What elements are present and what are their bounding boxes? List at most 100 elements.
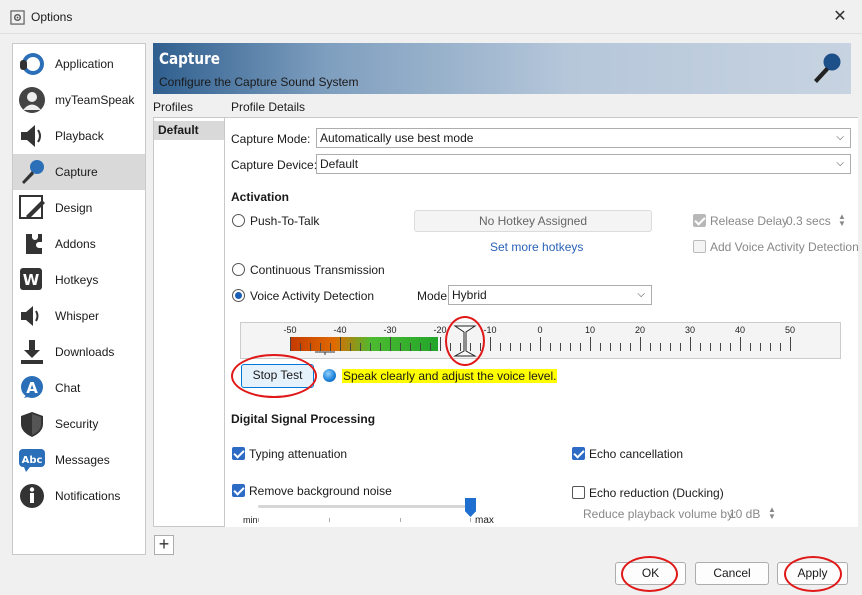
typing-attenuation-checkbox[interactable] <box>232 447 245 460</box>
title-bar: Options ✕ <box>0 0 862 34</box>
noise-slider-track[interactable] <box>258 505 470 508</box>
echo-reduction-checkbox[interactable] <box>572 486 585 499</box>
profile-item-default[interactable]: Default <box>154 121 224 140</box>
activation-title: Activation <box>231 190 290 204</box>
pencil-icon <box>19 195 45 219</box>
meter-scale-label: 50 <box>785 325 795 335</box>
close-icon[interactable]: ✕ <box>830 7 850 27</box>
svg-text:A: A <box>26 379 38 397</box>
svg-text:Abc: Abc <box>22 455 43 466</box>
chevron-down-icon: ⌵ <box>836 132 844 143</box>
chevron-down-icon: ⌵ <box>637 289 645 300</box>
spinner-arrows-icon[interactable]: ▲ ▼ <box>768 506 776 521</box>
voice-level-scale: -50 -40 -30 -20 -10 0 10 20 30 40 50 <box>283 325 795 357</box>
reduce-volume-value[interactable]: 10 dB <box>729 507 760 521</box>
capture-device-select[interactable]: Default ⌵ <box>316 154 851 174</box>
speaker-icon <box>21 125 41 147</box>
keyboard-w-icon: W <box>20 268 42 290</box>
meter-scale-label: -50 <box>283 325 296 335</box>
echo-cancellation-checkbox[interactable] <box>572 447 585 460</box>
page-subtitle: Configure the Capture Sound System <box>159 75 359 89</box>
sidebar-item-playback[interactable]: Playback <box>13 118 145 154</box>
meter-scale-label: -10 <box>483 325 496 335</box>
meter-scale-label: -40 <box>333 325 346 335</box>
sidebar-item-label: Application <box>55 57 114 71</box>
meter-scale-label: 0 <box>537 325 542 335</box>
page-title: Capture <box>159 49 221 68</box>
sidebar-item-label: Design <box>55 201 93 215</box>
profiles-list: Default <box>153 117 225 527</box>
page-header: Capture Configure the Capture Sound Syst… <box>153 43 851 94</box>
download-icon <box>21 340 43 364</box>
chat-a-icon: A <box>21 376 43 398</box>
capture-mode-value: Automatically use best mode <box>320 131 474 145</box>
sidebar-item-design[interactable]: Design <box>13 190 145 226</box>
info-icon <box>20 484 44 508</box>
slider-tick <box>329 518 330 522</box>
echo-reduction-label: Echo reduction (Ducking) <box>589 486 724 500</box>
sidebar-item-label: Downloads <box>55 345 115 359</box>
hotkey-button[interactable]: No Hotkey Assigned <box>414 210 652 232</box>
sidebar-item-myteamspeak[interactable]: myTeamSpeak <box>13 82 145 118</box>
reduce-volume-label: Reduce playback volume by: <box>583 507 737 521</box>
add-profile-button[interactable]: + <box>154 535 174 555</box>
release-delay-value[interactable]: 0.3 secs <box>786 214 831 228</box>
annotation-circle-threshold <box>445 316 485 366</box>
sidebar-item-security[interactable]: Security <box>13 406 145 442</box>
vad-mode-value: Hybrid <box>452 288 487 302</box>
annotation-circle-ok <box>621 556 678 592</box>
voice-level-meter[interactable]: -50 -40 -30 -20 -10 0 10 20 30 40 50 <box>240 322 841 359</box>
sidebar-item-chat[interactable]: A Chat <box>13 370 145 406</box>
sidebar-item-hotkeys[interactable]: W Hotkeys <box>13 262 145 298</box>
sidebar-item-label: myTeamSpeak <box>55 93 135 107</box>
sidebar-item-label: Security <box>55 417 99 431</box>
capture-mode-select[interactable]: Automatically use best mode ⌵ <box>316 128 851 148</box>
slider-tick <box>258 518 259 522</box>
meter-scale-label: -30 <box>383 325 396 335</box>
chevron-down-icon: ⌵ <box>836 158 844 169</box>
profile-details-heading: Profile Details <box>231 100 306 114</box>
continuous-transmission-label: Continuous Transmission <box>250 263 385 277</box>
sidebar-item-addons[interactable]: Addons <box>13 226 145 262</box>
sidebar-item-notifications[interactable]: Notifications <box>13 478 145 514</box>
vad-mode-select[interactable]: Hybrid ⌵ <box>448 285 652 305</box>
release-delay-checkbox[interactable] <box>693 214 706 227</box>
set-more-hotkeys-link[interactable]: Set more hotkeys <box>490 240 583 254</box>
sidebar-item-messages[interactable]: Abc Messages <box>13 442 145 478</box>
microphone-icon <box>814 53 841 83</box>
push-to-talk-radio[interactable] <box>232 214 245 227</box>
sidebar-item-whisper[interactable]: Whisper <box>13 298 145 334</box>
svg-text:W: W <box>23 271 40 289</box>
sidebar-item-downloads[interactable]: Downloads <box>13 334 145 370</box>
puzzle-icon <box>26 234 42 254</box>
meter-scale-label: 20 <box>635 325 645 335</box>
capture-device-label: Capture Device: <box>231 158 318 172</box>
mode-label: Mode <box>417 289 448 303</box>
options-sidebar: Application myTeamSpeak Playback Capture… <box>12 43 146 555</box>
sidebar-item-application[interactable]: Application <box>13 46 145 82</box>
continuous-transmission-radio[interactable] <box>232 263 245 276</box>
remove-noise-checkbox[interactable] <box>232 484 245 497</box>
settings-gear-icon <box>10 10 25 25</box>
profiles-heading: Profiles <box>153 100 194 114</box>
meter-scale-label: 40 <box>735 325 745 335</box>
cancel-button[interactable]: Cancel <box>695 562 769 585</box>
voice-activity-detection-radio[interactable] <box>232 289 245 302</box>
push-to-talk-label: Push-To-Talk <box>250 214 320 228</box>
messages-abc-icon: Abc <box>19 449 45 472</box>
release-delay-label: Release Delay <box>710 214 789 228</box>
sidebar-item-label: Whisper <box>55 309 100 323</box>
voice-activity-detection-label: Voice Activity Detection <box>250 289 375 303</box>
capture-device-value: Default <box>320 157 359 171</box>
add-vad-checkbox[interactable] <box>693 240 706 253</box>
user-icon <box>19 87 45 113</box>
annotation-circle-apply <box>784 556 842 592</box>
slider-tick <box>470 518 471 522</box>
whisper-speaker-icon <box>21 306 39 326</box>
sidebar-item-capture[interactable]: Capture <box>13 154 145 190</box>
sidebar-item-label: Messages <box>55 453 110 467</box>
peak-marker <box>315 351 335 355</box>
spinner-arrows-icon[interactable]: ▲ ▼ <box>838 213 846 228</box>
meter-scale-label: 30 <box>685 325 695 335</box>
slider-tick <box>400 518 401 522</box>
